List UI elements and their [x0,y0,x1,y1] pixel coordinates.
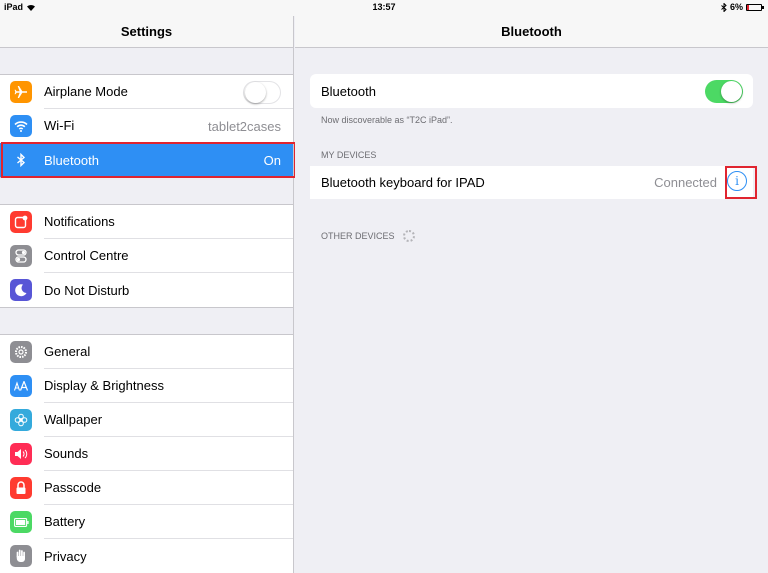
control-centre-icon [10,245,32,267]
sidebar-item-general[interactable]: General [0,335,293,369]
sidebar-item-label: Battery [44,505,293,539]
airplane-mode-toggle[interactable] [243,80,281,104]
detail-nav-bar: Bluetooth [295,16,768,48]
sidebar-item-bluetooth[interactable]: Bluetooth On [0,143,293,177]
bluetooth-label: Bluetooth [321,83,376,99]
bluetooth-toggle-row: Bluetooth [310,74,753,108]
settings-sidebar: Settings Airplane Mode Wi-Fi tablet2case… [0,16,294,573]
text-size-icon [10,375,32,397]
sidebar-item-passcode[interactable]: Passcode [0,471,293,505]
detail-title: Bluetooth [501,24,562,39]
my-devices-header: MY DEVICES [321,150,377,160]
sidebar-item-do-not-disturb[interactable]: Do Not Disturb [0,273,293,307]
sidebar-item-label: Sounds [44,437,293,471]
sidebar-item-airplane-mode[interactable]: Airplane Mode [0,75,293,109]
sidebar-item-label: General [44,335,293,369]
bluetooth-toggle[interactable] [705,79,743,103]
sidebar-item-battery[interactable]: Battery [0,505,293,539]
battery-indicator-icon [746,3,764,11]
clock: 13:57 [372,2,396,12]
notifications-icon [10,211,32,233]
sidebar-item-wifi[interactable]: Wi-Fi tablet2cases [0,109,293,143]
other-devices-header: OTHER DEVICES [321,231,395,241]
airplane-icon [10,81,32,103]
gear-icon [10,341,32,363]
bluetooth-status-icon [721,2,727,12]
device-name: Bluetooth keyboard for IPAD [321,175,485,190]
flower-icon [10,409,32,431]
wifi-network-value: tablet2cases [208,118,281,134]
sidebar-item-label: Privacy [44,548,87,564]
bluetooth-icon [10,149,32,171]
wifi-icon [10,115,32,137]
loading-spinner-icon [402,230,415,242]
info-icon[interactable]: i [727,171,747,191]
bluetooth-status-value: On [263,152,281,168]
other-devices-header-row: OTHER DEVICES [321,230,415,242]
sidebar-item-label: Passcode [44,471,293,505]
device-row[interactable]: Bluetooth keyboard for IPAD Connected i [310,166,753,199]
sidebar-item-wallpaper[interactable]: Wallpaper [0,403,293,437]
sidebar-item-label: Do Not Disturb [44,282,130,298]
moon-icon [10,279,32,301]
sidebar-item-label: Bluetooth [44,152,99,168]
hand-icon [10,545,32,567]
sidebar-item-label: Display & Brightness [44,369,293,403]
sidebar-item-sounds[interactable]: Sounds [0,437,293,471]
sidebar-item-label: Wallpaper [44,403,293,437]
discoverable-note: Now discoverable as “T2C iPad”. [321,115,453,125]
settings-group-connectivity: Airplane Mode Wi-Fi tablet2cases Bluetoo… [0,74,293,178]
bluetooth-detail-pane: Bluetooth Bluetooth Now discoverable as … [295,16,768,573]
lock-icon [10,477,32,499]
device-status: Connected [654,175,717,190]
settings-group-notifications: Notifications Control Centre Do Not Dist… [0,204,293,308]
sidebar-item-notifications[interactable]: Notifications [0,205,293,239]
battery-icon [10,511,32,533]
sidebar-item-label: Notifications [44,205,293,239]
settings-group-general: General Display & Brightness Wallpaper S… [0,334,293,573]
speaker-icon [10,443,32,465]
sidebar-item-privacy[interactable]: Privacy [0,539,293,573]
sidebar-item-control-centre[interactable]: Control Centre [0,239,293,273]
status-bar: iPad 13:57 6% [0,0,768,16]
battery-percent: 6% [729,2,743,12]
sidebar-nav-bar: Settings [0,16,293,48]
sidebar-item-label: Control Centre [44,239,293,273]
sidebar-item-display-brightness[interactable]: Display & Brightness [0,369,293,403]
sidebar-title: Settings [120,24,173,39]
